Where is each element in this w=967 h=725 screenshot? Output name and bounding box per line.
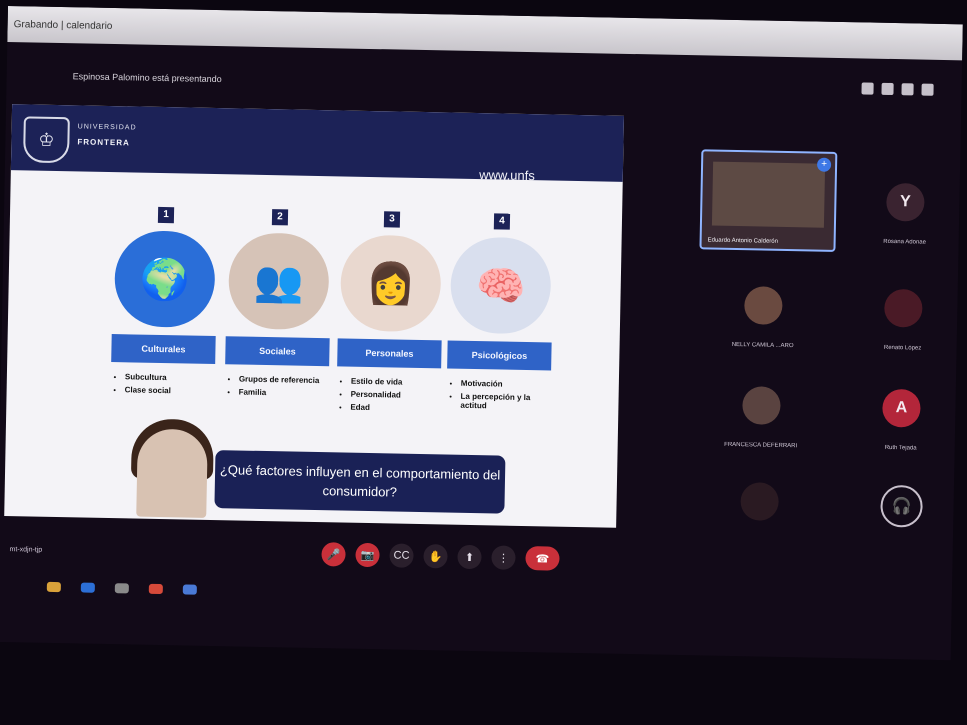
call-controls: 🎤 📷 CC ✋ ⬆ ⋮ ☎ (321, 542, 560, 571)
close-icon[interactable] (921, 83, 934, 96)
participant-name: FRANCESCA DEFERRARI (724, 441, 798, 450)
restore-icon[interactable] (881, 82, 894, 96)
participant-photo-avatar (742, 386, 781, 425)
app-icon[interactable] (182, 584, 197, 595)
university-name-top: UNIVERSIDAD (77, 123, 137, 132)
hand-icon[interactable]: ✋ (423, 544, 448, 569)
slide-header: ♔ UNIVERSIDAD FRONTERA www.unfs (10, 104, 625, 184)
browser-bar: Grabando | calendario (7, 6, 963, 61)
chrome-icon[interactable] (148, 583, 163, 595)
factor-number: 4 (493, 213, 511, 230)
factor-number: 2 (271, 209, 289, 226)
factor-items: Grupos de referencia Familia (225, 374, 329, 398)
factor-label: Culturales (111, 334, 216, 365)
factor-item: Subcultura (125, 372, 215, 383)
participant-tile-more[interactable] (694, 451, 826, 551)
app-icon[interactable] (114, 583, 129, 594)
participant-photo-avatar (744, 286, 783, 325)
factor-label: Psicológicos (447, 340, 552, 371)
factor-item: Grupos de referencia (239, 375, 329, 386)
taskbar (46, 581, 197, 595)
factor-items: Motivación La percepción y la actitud (446, 378, 551, 411)
factor-number: 3 (383, 211, 401, 228)
participant-avatar (884, 288, 923, 328)
participant-tile-self[interactable]: + Eduardo Antonio Calderón (699, 149, 838, 252)
people-mind-icon: 🧠 (449, 236, 552, 335)
participant-name: NELLY CAMILA ...ARO (731, 341, 794, 350)
factor-item: La percepción y la actitud (460, 392, 550, 412)
screen-photo: Grabando | calendario Espinosa Palomino … (0, 6, 963, 661)
factor-item: Estilo de vida (351, 377, 441, 388)
factor-label: Personales (337, 338, 442, 369)
participant-name: Ruth Tejada (884, 444, 917, 452)
headset-tile[interactable]: 🎧 (834, 454, 963, 554)
globe-people-icon: 🌍 (113, 230, 216, 329)
woman-avatar-icon: 👩 (339, 234, 442, 333)
pin-icon[interactable]: + (816, 157, 832, 172)
factor-item: Personalidad (351, 390, 441, 401)
browser-tab[interactable]: Grabando | calendario (13, 14, 313, 42)
participant-tile[interactable]: Y Rosana Adonae (839, 152, 962, 252)
headset-icon: 🎧 (880, 484, 923, 528)
participant-name: Eduardo Antonio Calderón (707, 237, 779, 245)
captions-icon[interactable]: CC (389, 543, 414, 568)
factor-items: Subcultura Clase social (111, 372, 215, 396)
folder-icon[interactable] (46, 581, 61, 593)
factor-item: Edad (350, 403, 440, 414)
camera-off-icon[interactable]: 📷 (355, 542, 380, 568)
slide-question: ¿Qué factores influyen en el comportamie… (214, 450, 506, 514)
participant-tile[interactable]: A Ruth Tejada (836, 358, 963, 458)
participant-name: Renato López (883, 344, 922, 352)
present-icon[interactable]: ⬆ (457, 544, 482, 570)
group-people-icon: 👥 (227, 232, 330, 331)
factor-item: Familia (239, 387, 329, 398)
settings-icon[interactable] (901, 83, 914, 96)
factor-sociales: 2 👥 Sociales Grupos de referencia Famili… (223, 208, 332, 460)
university-logo-icon: ♔ (23, 116, 70, 164)
university-name-bottom: FRONTERA (77, 137, 130, 148)
meeting-code: mt-xdjn-tjp (9, 546, 43, 554)
factor-psicologicos: 4 🧠 Psicológicos Motivación La percepció… (445, 213, 554, 465)
end-call-icon[interactable]: ☎ (525, 546, 560, 571)
minimize-icon[interactable] (861, 82, 874, 95)
factor-personales: 3 👩 Personales Estilo de vida Personalid… (335, 210, 444, 462)
participant-tile[interactable]: FRANCESCA DEFERRARI (696, 355, 828, 455)
participant-avatar (740, 482, 779, 521)
window-controls (861, 82, 934, 96)
browser-icon[interactable] (80, 582, 95, 593)
mic-off-icon[interactable]: 🎤 (321, 542, 346, 567)
participant-tile[interactable]: NELLY CAMILA ...ARO (697, 255, 829, 355)
presenting-label: Espinosa Palomino está presentando (72, 71, 222, 85)
participant-name: Rosana Adonae (883, 238, 927, 246)
participant-tile[interactable]: Renato López (837, 258, 962, 358)
more-icon[interactable]: ⋮ (491, 545, 516, 570)
participant-avatar: Y (886, 182, 925, 222)
factor-item: Motivación (461, 379, 551, 390)
factor-number: 1 (157, 206, 175, 224)
presented-slide: ♔ UNIVERSIDAD FRONTERA www.unfs 1 🌍 Cult… (4, 104, 625, 528)
factor-item: Clase social (125, 385, 215, 396)
factor-label: Sociales (225, 336, 330, 367)
woman-illustration (136, 428, 208, 518)
camera-feed (711, 161, 826, 228)
participant-avatar: A (882, 388, 921, 428)
factor-items: Estilo de vida Personalidad Edad (336, 376, 441, 413)
slide-url: www.unfs (479, 167, 535, 184)
